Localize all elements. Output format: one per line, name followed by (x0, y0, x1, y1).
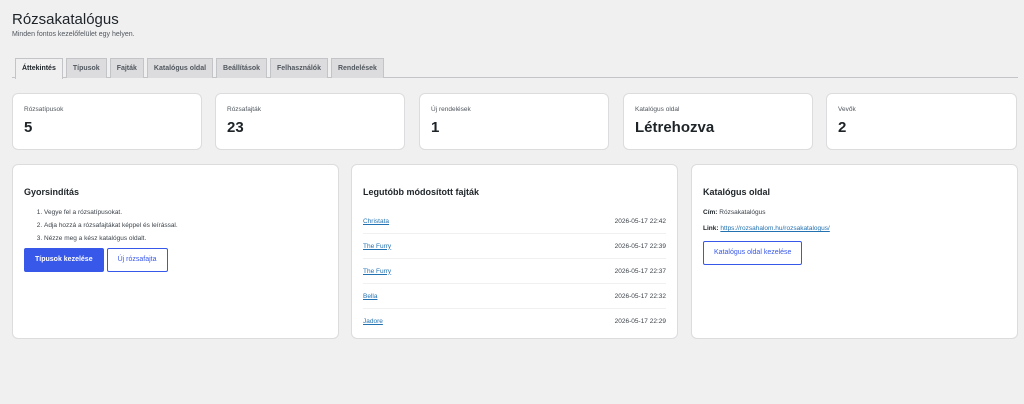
manage-catalog-page-button[interactable]: Katalógus oldal kezelése (703, 241, 803, 265)
quickstart-step: Vegye fel a rózsatípusokat. (44, 209, 327, 216)
variety-link[interactable]: The Furry (363, 243, 391, 250)
tab-katalogus-oldal[interactable]: Katalógus oldal (146, 58, 214, 78)
quickstart-steps: Vegye fel a rózsatípusokat. Adja hozzá a… (44, 209, 327, 242)
link-label: Link: (703, 225, 719, 232)
variety-link[interactable]: The Furry (363, 268, 391, 275)
stat-label: Új rendelések (431, 106, 471, 113)
stat-card-uj-rendelesek: Új rendelések 1 (419, 93, 609, 150)
quickstart-title: Gyorsindítás (24, 187, 80, 197)
catalog-page-title: Katalógus oldal (703, 187, 771, 197)
stat-label: Rózsafajták (227, 106, 261, 113)
cim-value: Rózsakatalógus (719, 209, 766, 216)
catalog-link-row: Link: https://rozsahalom.hu/rozsakatalog… (703, 225, 1006, 232)
list-item: The Furry 2026-05-17 22:39 (363, 234, 666, 259)
cim-label: Cím: (703, 209, 718, 216)
tab-beallitasok[interactable]: Beállítások (216, 58, 268, 78)
tab-rendelesek[interactable]: Rendelések (330, 58, 384, 78)
modified-date: 2026-05-17 22:42 (614, 217, 666, 225)
new-rose-variety-button[interactable]: Új rózsafajta (106, 248, 168, 272)
modified-date: 2026-05-17 22:37 (614, 267, 666, 275)
recent-varieties-title: Legutóbb módosított fajták (363, 187, 479, 197)
recent-varieties-list: Christata 2026-05-17 22:42 The Furry 202… (363, 209, 666, 334)
quickstart-step: Adja hozzá a rózsafajtákat képpel és leí… (44, 222, 327, 229)
catalog-page-panel: Katalógus oldal Cím: Rózsakatalógus Link… (691, 164, 1018, 339)
modified-date: 2026-05-17 22:32 (614, 292, 666, 300)
stat-value: 2 (838, 119, 847, 136)
stat-card-rozsatipusok: Rózsatípusok 5 (12, 93, 202, 150)
modified-date: 2026-05-17 22:29 (614, 318, 666, 325)
list-item: The Furry 2026-05-17 22:37 (363, 259, 666, 284)
tab-felhasznalok[interactable]: Felhasználók (270, 58, 328, 78)
stat-value: 5 (24, 119, 33, 136)
tab-fajtak[interactable]: Fajták (109, 58, 144, 78)
page-title: Rózsakatalógus (12, 11, 119, 28)
stat-label: Rózsatípusok (24, 106, 64, 113)
stat-label: Vevők (838, 106, 856, 113)
catalog-title-row: Cím: Rózsakatalógus (703, 209, 1006, 216)
stat-value: 1 (431, 119, 440, 136)
quickstart-panel: Gyorsindítás Vegye fel a rózsatípusokat.… (12, 164, 339, 339)
stat-label: Katalógus oldal (635, 106, 680, 113)
nav-tabs: Áttekintés Típusok Fajták Katalógus olda… (12, 58, 1018, 79)
tab-attekintes[interactable]: Áttekintés (15, 58, 63, 79)
catalog-url-link[interactable]: https://rozsahalom.hu/rozsakatalogus/ (720, 225, 829, 232)
stat-card-vevok: Vevők 2 (826, 93, 1017, 150)
quickstart-step: Nézze meg a kész katalógus oldalt. (44, 235, 327, 242)
stat-value: 23 (227, 119, 244, 136)
manage-types-button[interactable]: Típusok kezelése (24, 248, 104, 272)
modified-date: 2026-05-17 22:39 (614, 242, 666, 250)
stat-card-katalogus-oldal: Katalógus oldal Létrehozva (623, 93, 813, 150)
stat-card-rozsafajtak: Rózsafajták 23 (215, 93, 405, 150)
list-item: Bella 2026-05-17 22:32 (363, 284, 666, 309)
page-subtitle: Minden fontos kezelőfelület egy helyen. (12, 31, 135, 38)
list-item: Jadore 2026-05-17 22:29 (363, 309, 666, 334)
tab-tipusok[interactable]: Típusok (65, 58, 107, 78)
variety-link[interactable]: Bella (363, 293, 377, 300)
list-item: Christata 2026-05-17 22:42 (363, 209, 666, 234)
stat-value: Létrehozva (635, 119, 715, 136)
variety-link[interactable]: Christata (363, 218, 389, 225)
recent-varieties-panel: Legutóbb módosított fajták Christata 202… (351, 164, 678, 339)
variety-link[interactable]: Jadore (363, 318, 383, 325)
